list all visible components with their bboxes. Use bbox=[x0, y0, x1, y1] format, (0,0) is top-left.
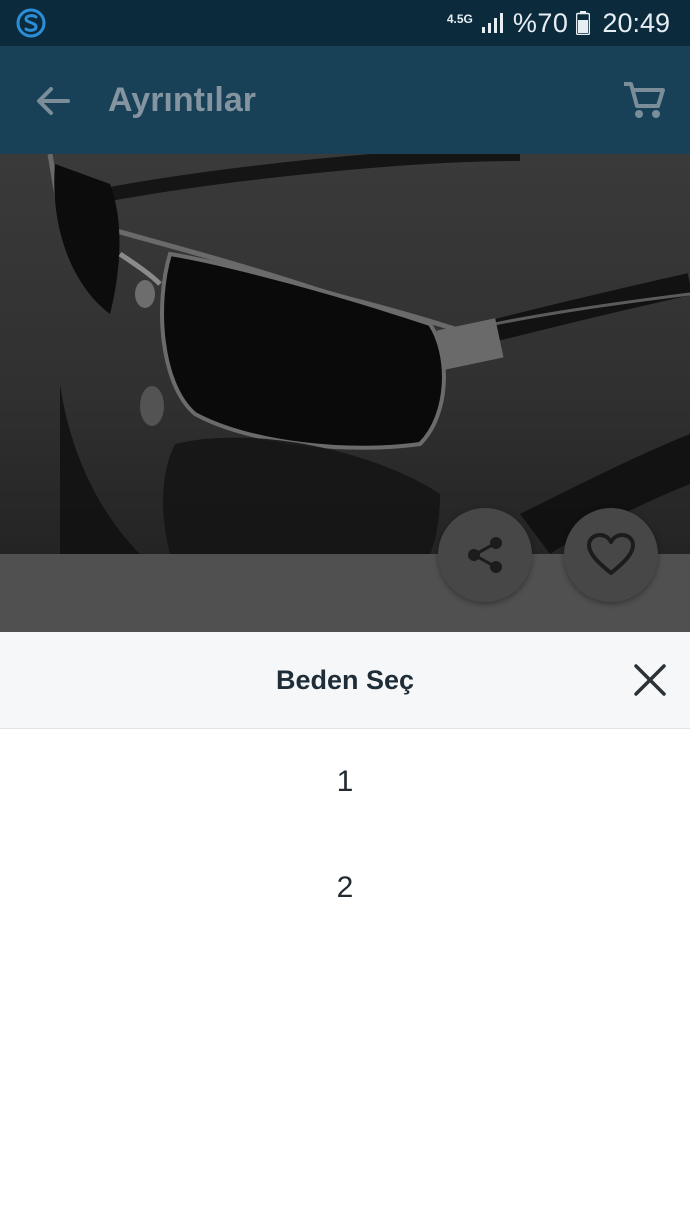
battery-icon bbox=[576, 11, 591, 35]
page-title: Ayrıntılar bbox=[108, 81, 257, 119]
size-picker-sheet: Beden Seç 1 2 bbox=[0, 632, 690, 1227]
arrow-left-icon[interactable] bbox=[30, 78, 76, 124]
size-option[interactable]: 2 bbox=[0, 836, 690, 940]
clock: 20:49 bbox=[602, 7, 670, 38]
battery-percent: %70 bbox=[512, 7, 569, 38]
app-bar: Ayrıntılar bbox=[0, 46, 690, 154]
heart-outline-icon bbox=[587, 533, 635, 575]
product-image[interactable] bbox=[0, 154, 690, 554]
app-notification-icon bbox=[16, 8, 46, 38]
sheet-title: Beden Seç bbox=[275, 665, 415, 695]
status-bar: 4.5G %70 20:49 bbox=[0, 0, 690, 46]
signal-icon bbox=[481, 13, 503, 33]
cart-icon[interactable] bbox=[620, 76, 668, 124]
network-type: 4.5G bbox=[446, 12, 473, 26]
share-button[interactable] bbox=[438, 508, 532, 602]
sheet-header: Beden Seç bbox=[0, 632, 690, 729]
favorite-button[interactable] bbox=[564, 508, 658, 602]
screen: 4.5G %70 20:49 Ayrıntılar Beden Seç 1 2 bbox=[0, 0, 690, 1227]
close-icon[interactable] bbox=[632, 662, 668, 698]
size-option[interactable]: 1 bbox=[0, 730, 690, 834]
status-indicators: 4.5G %70 20:49 bbox=[447, 0, 670, 46]
share-icon bbox=[468, 537, 502, 573]
sunglasses-image bbox=[47, 154, 690, 554]
